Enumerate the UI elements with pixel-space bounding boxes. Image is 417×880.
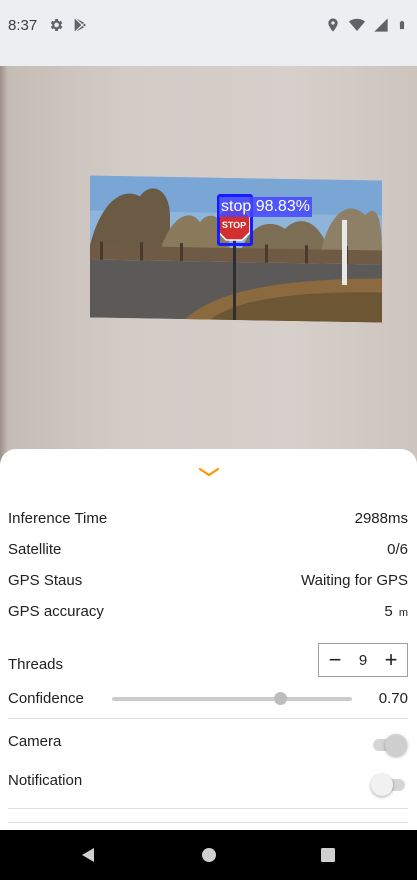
notification-toggle[interactable] [371,772,407,796]
confidence-label: Confidence [8,689,84,707]
gps-accuracy-number: 5 [384,602,393,620]
threads-value: 9 [358,651,368,669]
camera-toggle-thumb [385,734,407,756]
threads-increment-button[interactable]: + [381,649,401,671]
gps-accuracy-unit: m [398,606,408,619]
gps-accuracy-label: GPS accuracy [8,602,104,620]
wifi-icon [349,18,365,31]
inference-time-value: 2988ms [354,509,408,527]
gps-accuracy-value: 5 m [384,603,408,620]
status-time: 8:37 [8,17,38,34]
home-icon[interactable] [200,846,218,864]
recents-icon[interactable] [319,846,337,864]
confidence-slider[interactable] [112,692,352,705]
bottom-sheet: Inference Time 2988ms Satellite 0/6 GPS … [0,449,417,831]
divider [8,718,408,719]
camera-row: Camera [8,730,408,752]
notification-row: Notification [8,769,408,791]
camera-label: Camera [8,732,62,750]
inference-time-row: Inference Time 2988ms [8,507,408,529]
satellite-row: Satellite 0/6 [8,538,408,560]
battery-icon [399,20,405,30]
inference-time-label: Inference Time [8,509,108,527]
gps-status-row: GPS Staus Waiting for GPS [8,569,408,591]
notification-label: Notification [8,771,83,789]
chevron-down-icon[interactable] [198,466,220,478]
notification-toggle-thumb [371,774,393,796]
signal-icon [374,18,388,32]
confidence-slider-thumb[interactable] [274,692,287,705]
camera-toggle[interactable] [371,732,407,756]
threads-decrement-button[interactable]: − [325,649,345,671]
status-bar: 8:37 [0,0,417,66]
gps-status-value: Waiting for GPS [301,571,408,589]
satellite-value: 0/6 [387,540,408,558]
play-store-icon [74,18,86,32]
threads-label: Threads [8,655,64,673]
settings-icon [50,19,63,31]
gps-accuracy-row: GPS accuracy 5 m [8,600,408,622]
satellite-label: Satellite [8,540,62,558]
location-icon [328,18,338,32]
back-icon[interactable] [79,846,97,864]
divider [8,808,408,809]
confidence-value: 0.70 [378,689,408,707]
navigation-bar [0,830,417,880]
divider [8,822,408,823]
threads-stepper: − 9 + [318,643,408,677]
threads-row: Threads [8,653,63,675]
detection-label: stop 98.83% [219,197,312,217]
gps-status-label: GPS Staus [8,571,83,589]
